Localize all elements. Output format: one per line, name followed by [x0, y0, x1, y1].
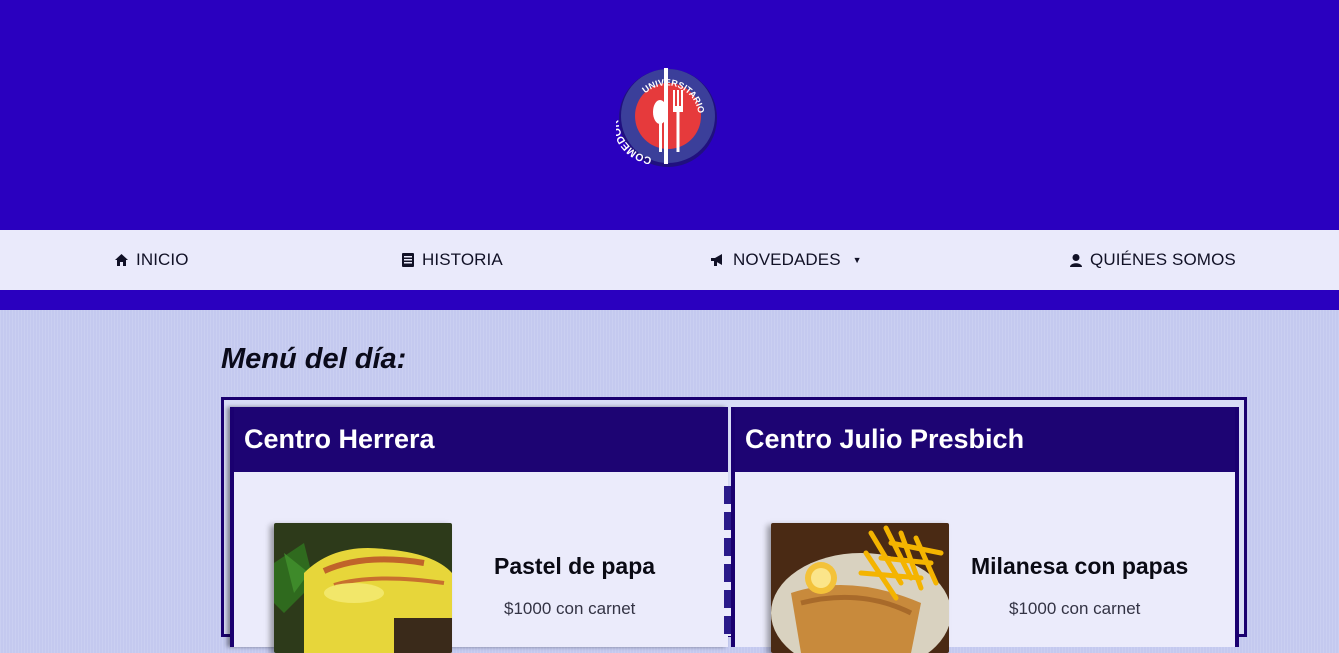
nav-item-quienes-somos[interactable]: QUIÉNES SOMOS: [1069, 230, 1236, 290]
nav-item-historia[interactable]: HISTORIA: [401, 230, 503, 290]
dish-price: $1000 con carnet: [504, 599, 636, 618]
menu-card-herrera: Centro Herrera Pastel de papa $1000 con …: [230, 407, 728, 653]
megaphone-icon: [711, 254, 722, 266]
dish-name: Milanesa con papas: [971, 553, 1189, 579]
nav-label: INICIO: [136, 250, 189, 269]
card-title: Centro Julio Presbich: [735, 407, 1235, 472]
nav-label: NOVEDADES: [733, 250, 841, 269]
main-navbar: INICIO HISTORIA NOVEDADES ▼ QUIÉNES SOMO…: [0, 230, 1339, 290]
dish-name: Pastel de papa: [494, 553, 656, 579]
card-title: Centro Herrera: [234, 407, 728, 472]
home-icon: [115, 254, 128, 266]
dish-photo-milanesa-con-papas: [771, 523, 949, 653]
nav-label: HISTORIA: [422, 250, 503, 269]
user-icon: [1070, 253, 1082, 267]
nav-label: QUIÉNES SOMOS: [1090, 250, 1236, 269]
chevron-down-icon[interactable]: ▼: [853, 255, 862, 265]
nav-item-novedades[interactable]: NOVEDADES ▼: [710, 230, 862, 290]
menu-frame: Centro Herrera Pastel de papa $1000 con …: [221, 397, 1247, 653]
dish-price: $1000 con carnet: [1009, 599, 1141, 618]
dish-photo-pastel-de-papa: [274, 523, 452, 653]
nav-item-inicio[interactable]: INICIO: [114, 230, 189, 290]
comedor-universitario-logo[interactable]: COMEDOR UNIVERSITARIO: [616, 66, 720, 170]
header-band: [0, 290, 1339, 310]
menu-card-julio-presbich: Centro Julio Presbich Milanesa con papas…: [731, 407, 1239, 653]
menu-title: Menú del día:: [221, 343, 407, 375]
book-icon: [402, 253, 414, 267]
site-header: COMEDOR UNIVERSITARIO: [0, 0, 1339, 230]
